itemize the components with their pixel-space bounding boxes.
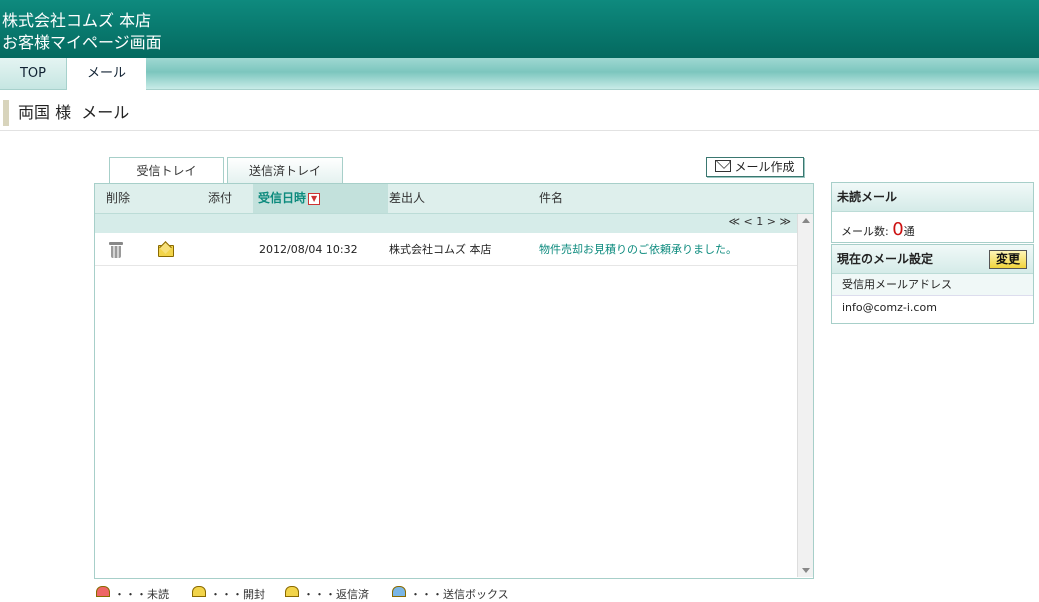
settings-panel-header: 現在のメール設定 変更	[832, 245, 1033, 274]
page-title-bar: 両国 様 メール	[0, 98, 1039, 131]
unread-panel-title: 未読メール	[832, 183, 1033, 212]
table-row[interactable]: 2012/08/04 10:32 株式会社コムズ 本店 物件売却お見積りのご依頼…	[95, 234, 797, 266]
read-icon	[192, 586, 206, 597]
nav-tab-mail[interactable]: メール	[67, 58, 146, 90]
unread-count-unit: 通	[903, 225, 915, 238]
title-accent-bar	[3, 100, 9, 126]
mail-settings-panel: 現在のメール設定 変更 受信用メールアドレス info@comz-i.com	[831, 244, 1034, 324]
sort-desc-icon[interactable]: ▼	[308, 192, 321, 205]
unread-mail-panel: 未読メール メール数: 0通	[831, 182, 1034, 243]
tab-sent[interactable]: 送信済トレイ	[227, 157, 343, 184]
unread-count: 0	[892, 219, 904, 240]
row-datetime: 2012/08/04 10:32	[259, 243, 358, 256]
legend-outbox: ・・・送信ボックス	[392, 586, 509, 602]
unread-icon	[96, 586, 110, 597]
site-header: 株式会社コムズ 本店 お客様マイページ画面	[0, 0, 1039, 58]
scroll-up-icon[interactable]	[802, 218, 810, 223]
legend-replied: ・・・返信済	[285, 586, 369, 602]
settings-panel-title: 現在のメール設定	[837, 252, 934, 266]
legend-read: ・・・開封	[192, 586, 265, 602]
site-subtitle: お客様マイページ画面	[2, 33, 162, 52]
unread-count-line: メール数: 0通	[841, 219, 915, 240]
unread-count-label: メール数:	[841, 225, 889, 238]
icon-legend: ・・・未読 ・・・開封 ・・・返信済 ・・・送信ボックス	[96, 586, 596, 601]
receive-address-label: 受信用メールアドレス	[832, 274, 1033, 296]
envelope-icon	[715, 160, 732, 172]
change-settings-button[interactable]: 変更	[989, 250, 1027, 269]
legend-unread: ・・・未読	[96, 586, 169, 602]
nav-tab-top[interactable]: TOP	[0, 58, 67, 89]
receive-address: info@comz-i.com	[842, 301, 937, 314]
row-sender: 株式会社コムズ 本店	[389, 243, 492, 256]
col-sender: 差出人	[389, 191, 426, 205]
scroll-down-icon[interactable]	[802, 568, 810, 573]
col-received-label: 受信日時	[258, 191, 307, 205]
pager-bar: ≪ < 1 > ≫	[95, 214, 797, 233]
page-title: 両国 様 メール	[18, 103, 130, 122]
tab-inbox[interactable]: 受信トレイ	[109, 157, 224, 184]
col-attach: 添付	[208, 191, 233, 205]
mail-list-scrollbar[interactable]	[797, 214, 813, 577]
outbox-icon	[392, 586, 406, 597]
read-mail-icon	[158, 245, 174, 257]
col-subject: 件名	[539, 191, 564, 205]
row-subject-link[interactable]: 物件売却お見積りのご依頼承りました。	[539, 234, 737, 265]
col-delete: 削除	[106, 191, 131, 205]
company-name: 株式会社コムズ 本店	[2, 11, 152, 30]
nav-stripe	[146, 58, 1039, 89]
trash-icon[interactable]	[109, 242, 123, 258]
main-nav: TOP メール	[0, 58, 1039, 90]
compose-label: メール作成	[734, 160, 795, 174]
col-received-sort[interactable]: 受信日時 ▼	[253, 184, 388, 213]
replied-icon	[285, 586, 299, 597]
mail-list-header: 削除 添付 受信日時 ▼ 差出人 件名	[95, 184, 813, 214]
mail-list: 削除 添付 受信日時 ▼ 差出人 件名 ≪ < 1 > ≫ 2012/08/04 …	[94, 183, 814, 579]
compose-mail-button[interactable]: メール作成	[706, 157, 804, 177]
pager[interactable]: ≪ < 1 > ≫	[729, 215, 791, 228]
